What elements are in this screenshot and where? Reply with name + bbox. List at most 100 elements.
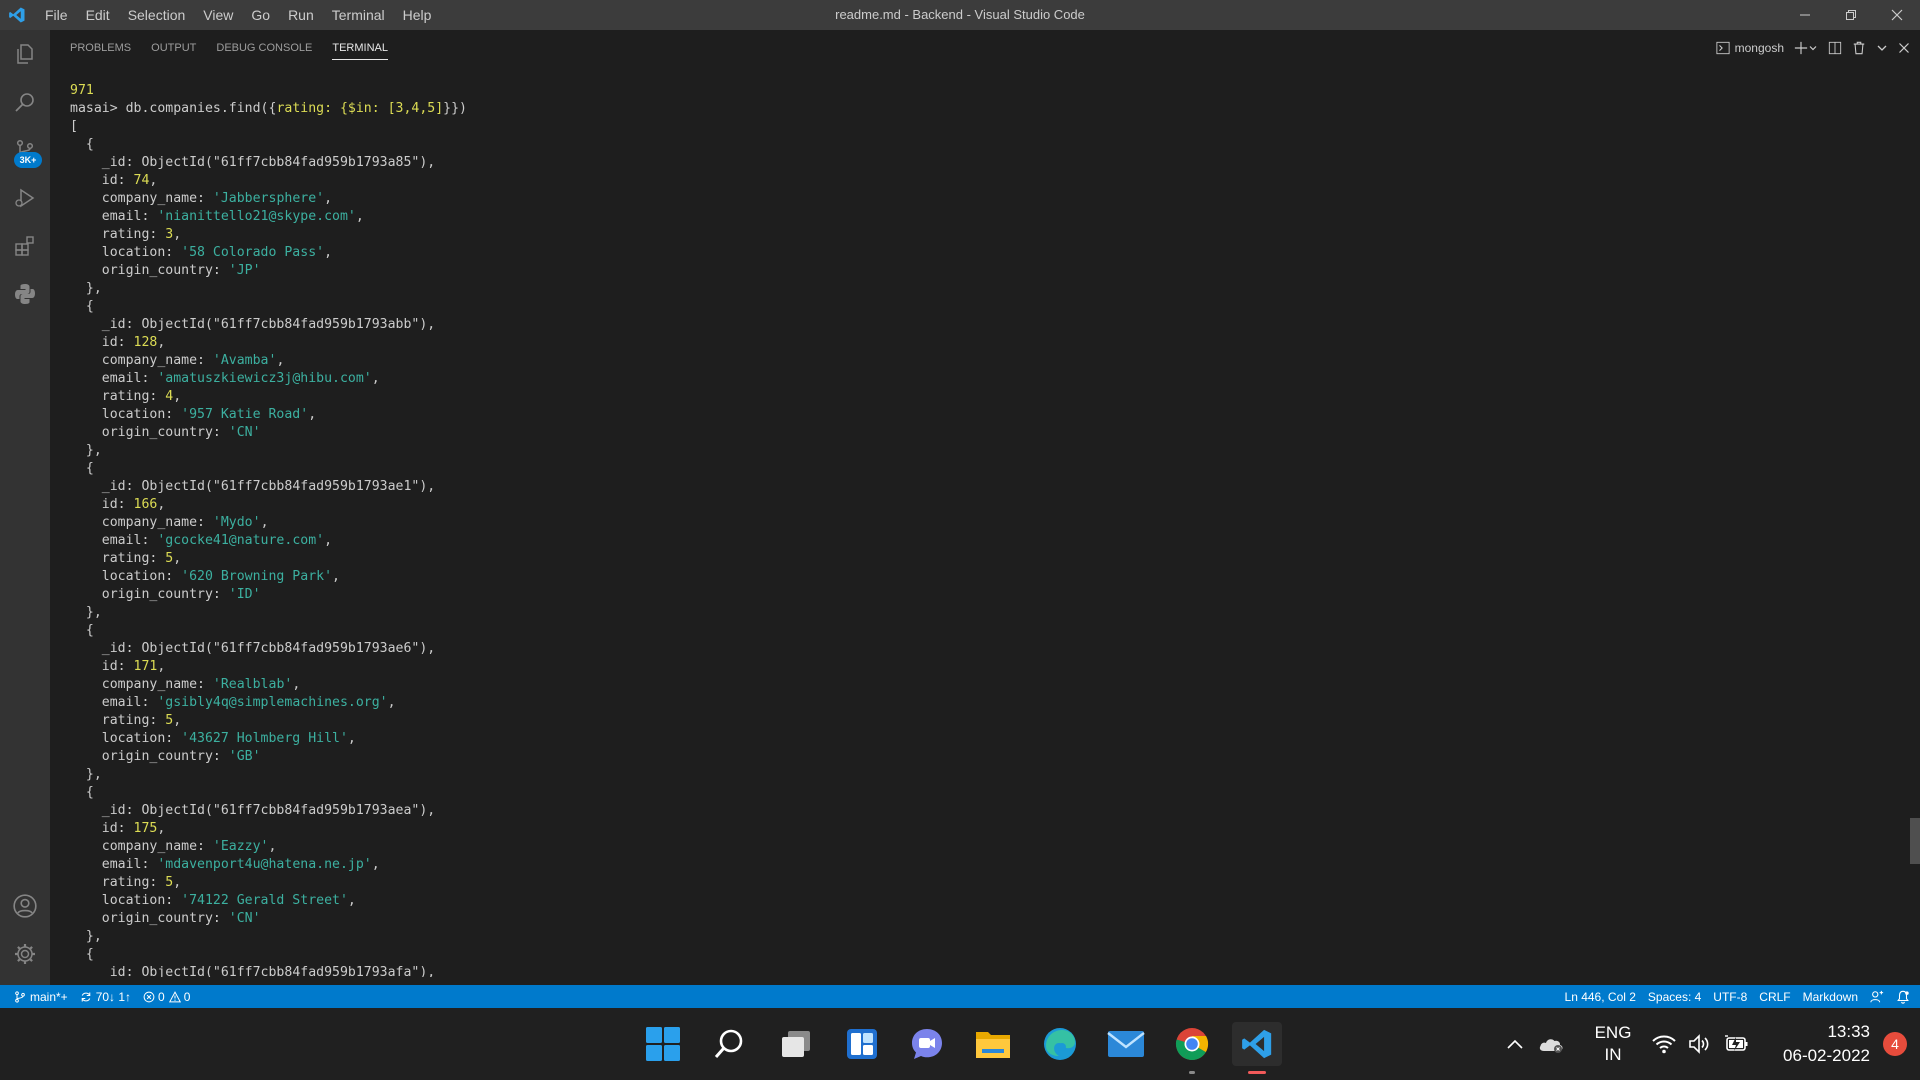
record-company-name: company_name: 'Eazzy', (70, 839, 277, 854)
menu-run[interactable]: Run (279, 0, 323, 30)
record-open: { (70, 137, 94, 152)
source-control-button[interactable]: 3K+ (0, 126, 50, 174)
file-explorer-button[interactable] (971, 1022, 1015, 1066)
branch-indicator[interactable]: main*+ (0, 985, 74, 1008)
language-code: ENG (1594, 1023, 1632, 1042)
activity-bar: 3K+ (0, 30, 50, 985)
widgets-button[interactable] (840, 1022, 884, 1066)
accounts-button[interactable] (0, 882, 50, 930)
restore-button[interactable] (1828, 0, 1874, 30)
input-language-button[interactable]: ENG IN (1588, 1008, 1638, 1080)
record-company-name: company_name: 'Realblab', (70, 677, 301, 692)
record-oid: _id: ObjectId("61ff7cbb84fad959b1793ae6"… (70, 641, 436, 656)
menu-edit[interactable]: Edit (77, 0, 119, 30)
record-company-name: company_name: 'Jabbersphere', (70, 191, 333, 206)
notifications-button[interactable] (1890, 985, 1916, 1008)
split-terminal-button[interactable] (1828, 37, 1842, 59)
manage-button[interactable] (0, 930, 50, 978)
volume-button[interactable] (1686, 1008, 1714, 1080)
menu-view[interactable]: View (194, 0, 242, 30)
task-view-button[interactable] (774, 1022, 818, 1066)
record-close: }, (70, 605, 102, 620)
sync-status[interactable]: 70↓ 1↑ (74, 985, 137, 1008)
close-icon (1891, 9, 1903, 21)
source-control-badge: 3K+ (14, 152, 42, 168)
record-id: id: 128, (70, 335, 166, 350)
notification-center-button[interactable]: 4 (1880, 1008, 1910, 1080)
tab-terminal[interactable]: TERMINAL (332, 30, 388, 66)
clock-time: 13:33 (1827, 1022, 1870, 1041)
manage-gear-icon (15, 944, 35, 964)
terminal-selector[interactable]: mongosh (1716, 37, 1784, 59)
maximize-panel-button[interactable] (1876, 37, 1888, 59)
menu-go[interactable]: Go (242, 0, 279, 30)
chevron-down-icon (1809, 46, 1817, 51)
indentation[interactable]: Spaces: 4 (1642, 985, 1707, 1008)
search-icon (15, 93, 34, 112)
search-button[interactable] (0, 78, 50, 126)
status-bar: main*+ 70↓ 1↑ 0 0 Ln 446, Col 2 Spaces: … (0, 985, 1920, 1008)
cursor-position[interactable]: Ln 446, Col 2 (1559, 985, 1642, 1008)
close-window-button[interactable] (1874, 0, 1920, 30)
kill-terminal-button[interactable] (1852, 37, 1866, 59)
record-oid: _id: ObjectId("61ff7cbb84fad959b1793ae1"… (70, 479, 436, 494)
explorer-button[interactable] (0, 30, 50, 78)
clock-button[interactable]: 13:33 06-02-2022 (1770, 1008, 1870, 1080)
run-debug-button[interactable] (0, 174, 50, 222)
record-rating: rating: 5, (70, 551, 182, 566)
record-id: id: 171, (70, 659, 166, 674)
menu-help[interactable]: Help (394, 0, 441, 30)
battery-button[interactable] (1722, 1008, 1752, 1080)
tab-debug-console[interactable]: DEBUG CONSOLE (216, 30, 312, 66)
menu-selection[interactable]: Selection (119, 0, 195, 30)
terminal-scrollbar[interactable] (1910, 818, 1920, 864)
edge-button[interactable] (1038, 1022, 1082, 1066)
new-terminal-button[interactable] (1794, 37, 1818, 59)
vscode-taskbar-button[interactable] (1232, 1022, 1282, 1074)
record-location: location: '58 Colorado Pass', (70, 245, 333, 260)
chrome-button[interactable] (1170, 1022, 1214, 1074)
python-button[interactable] (0, 270, 50, 318)
record-id: id: 175, (70, 821, 166, 836)
menu-terminal[interactable]: Terminal (323, 0, 394, 30)
warning-count: 0 (183, 989, 191, 1004)
mail-button[interactable] (1104, 1022, 1148, 1066)
end-of-line[interactable]: CRLF (1753, 985, 1796, 1008)
menu-file[interactable]: File (36, 0, 77, 30)
accounts-icon (13, 894, 37, 918)
close-panel-button[interactable] (1898, 37, 1910, 59)
record-close: }, (70, 929, 102, 944)
trash-icon (1853, 41, 1865, 55)
sync-icon (81, 992, 90, 1001)
wifi-button[interactable] (1650, 1008, 1678, 1080)
show-hidden-icons-button[interactable] (1500, 1008, 1530, 1080)
language-mode[interactable]: Markdown (1797, 985, 1864, 1008)
terminal-name: mongosh (1734, 41, 1784, 55)
record-origin-country: origin_country: 'CN' (70, 911, 261, 926)
teams-chat-button[interactable] (905, 1022, 949, 1066)
volume-icon (1689, 1034, 1709, 1054)
encoding[interactable]: UTF-8 (1707, 985, 1753, 1008)
record-origin-country: origin_country: 'JP' (70, 263, 261, 278)
taskbar-search-button[interactable] (707, 1022, 751, 1066)
tab-output[interactable]: OUTPUT (151, 30, 196, 66)
vscode-logo-icon (0, 0, 34, 30)
feedback-button[interactable] (1864, 985, 1890, 1008)
record-open: { (70, 623, 94, 638)
mail-icon (1107, 1031, 1145, 1057)
git-branch-icon (15, 990, 25, 1003)
extensions-button[interactable] (0, 222, 50, 270)
tab-problems[interactable]: PROBLEMS (70, 30, 131, 66)
title-bar: File Edit Selection View Go Run Terminal… (0, 0, 1920, 30)
start-button[interactable] (641, 1022, 685, 1066)
window-controls (1782, 0, 1920, 30)
onedrive-button[interactable] (1536, 1008, 1566, 1080)
minimize-button[interactable] (1782, 0, 1828, 30)
record-id: id: 74, (70, 173, 158, 188)
problems-status[interactable]: 0 0 (137, 985, 196, 1008)
terminal-output[interactable]: 971 masai> db.companies.find({rating: {$i… (70, 82, 1890, 977)
chrome-icon (1175, 1028, 1209, 1061)
active-indicator (1248, 1071, 1266, 1074)
input-language: ENG IN (1595, 1022, 1632, 1066)
plus-icon (1794, 41, 1808, 55)
